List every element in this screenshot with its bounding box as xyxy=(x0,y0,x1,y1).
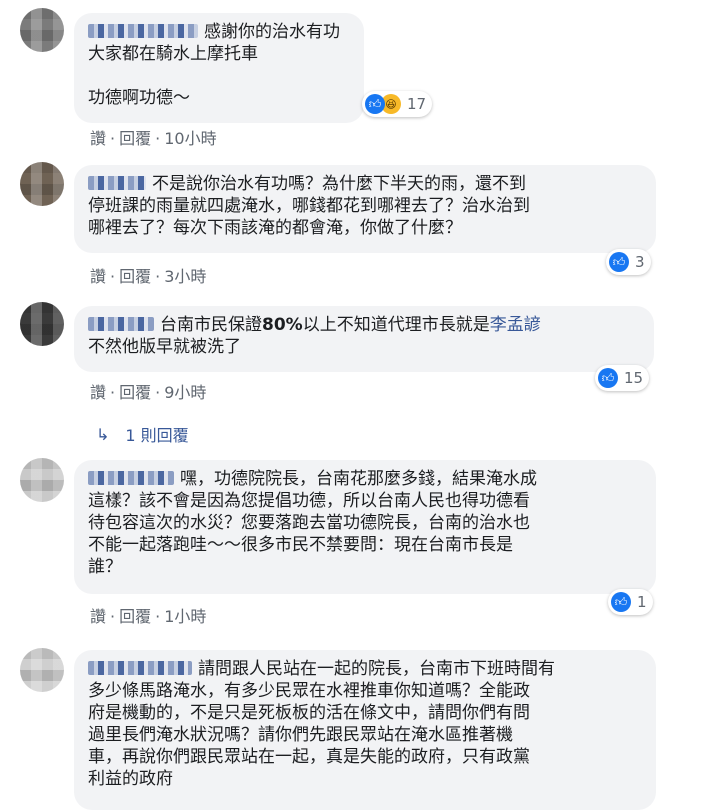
like-icon: 👍︎ xyxy=(598,368,618,388)
like-link[interactable]: 讚 xyxy=(90,267,106,286)
author-name-redacted[interactable] xyxy=(88,317,154,331)
like-link[interactable]: 讚 xyxy=(90,383,106,402)
mention-link[interactable]: 李孟諺 xyxy=(490,315,541,335)
reply-link[interactable]: 回覆 xyxy=(119,607,151,626)
avatar[interactable] xyxy=(20,302,64,346)
like-icon: 👍︎ xyxy=(365,94,385,114)
reaction-count: 1 xyxy=(637,593,647,611)
reaction-summary[interactable]: 👍︎ 1 xyxy=(608,589,653,615)
like-link[interactable]: 讚 xyxy=(90,129,106,148)
reaction-count: 17 xyxy=(407,95,427,113)
reply-link[interactable]: 回覆 xyxy=(119,383,151,402)
avatar[interactable] xyxy=(20,8,64,52)
like-link[interactable]: 讚 xyxy=(90,607,106,626)
author-name-redacted[interactable] xyxy=(88,661,192,675)
reaction-summary[interactable]: 👍︎ 😆︎ 17 xyxy=(362,91,433,117)
timestamp[interactable]: 1小時 xyxy=(164,607,206,626)
timestamp[interactable]: 10小時 xyxy=(164,129,216,148)
comment-actions: 讚 · 回覆 · 3小時 xyxy=(90,267,207,286)
comment-text: 嘿，功德院院長，台南花那麼多錢，結果淹水成 這樣？該不會是因為您提倡功德，所以台… xyxy=(88,469,537,577)
comment-bubble: 請問跟人民站在一起的院長，台南市下班時間有 多少條馬路淹水，有多少民眾在水裡推車… xyxy=(74,650,656,810)
reaction-count: 3 xyxy=(635,253,645,271)
timestamp[interactable]: 3小時 xyxy=(164,267,206,286)
comment-text: 台南市民保證80%以上不知道代理市長就是李孟諺 不然他版早就被洗了 xyxy=(88,315,541,357)
author-name-redacted[interactable] xyxy=(88,176,146,190)
like-icon: 👍︎ xyxy=(609,252,629,272)
reply-link[interactable]: 回覆 xyxy=(119,129,151,148)
reply-arrow-icon: ↳ xyxy=(96,424,110,444)
avatar[interactable] xyxy=(20,648,64,692)
comment-text: 請問跟人民站在一起的院長，台南市下班時間有 多少條馬路淹水，有多少民眾在水裡推車… xyxy=(88,659,555,789)
comment-actions: 讚 · 回覆 · 10小時 xyxy=(90,129,217,148)
timestamp[interactable]: 9小時 xyxy=(164,383,206,402)
author-name-redacted[interactable] xyxy=(88,24,198,38)
comment-bubble: 嘿，功德院院長，台南花那麼多錢，結果淹水成 這樣？該不會是因為您提倡功德，所以台… xyxy=(74,460,656,594)
replies-count[interactable]: 1 則回覆 xyxy=(125,422,188,446)
reaction-count: 15 xyxy=(624,369,644,387)
view-replies-link[interactable]: ↳ 1 則回覆 xyxy=(96,422,189,446)
reaction-summary[interactable]: 👍︎ 15 xyxy=(595,365,650,391)
avatar[interactable] xyxy=(20,162,64,206)
comment-bubble: 感謝你的治水有功 大家都在騎水上摩托車 功德啊功德～ xyxy=(74,13,364,123)
reaction-summary[interactable]: 👍︎ 3 xyxy=(606,249,651,275)
reply-link[interactable]: 回覆 xyxy=(119,267,151,286)
comment-bubble: 台南市民保證80%以上不知道代理市長就是李孟諺 不然他版早就被洗了 xyxy=(74,306,654,372)
like-icon: 👍︎ xyxy=(611,592,631,612)
avatar[interactable] xyxy=(20,458,64,502)
author-name-redacted[interactable] xyxy=(88,471,174,485)
comment-actions: 讚 · 回覆 · 1小時 xyxy=(90,607,207,626)
comment-bubble: 不是說你治水有功嗎？為什麼下半天的雨，還不到 停班課的雨量就四處淹水，哪錢都花到… xyxy=(74,165,656,253)
comment-actions: 讚 · 回覆 · 9小時 xyxy=(90,383,207,402)
comment-text: 不是說你治水有功嗎？為什麼下半天的雨，還不到 停班課的雨量就四處淹水，哪錢都花到… xyxy=(88,174,530,238)
